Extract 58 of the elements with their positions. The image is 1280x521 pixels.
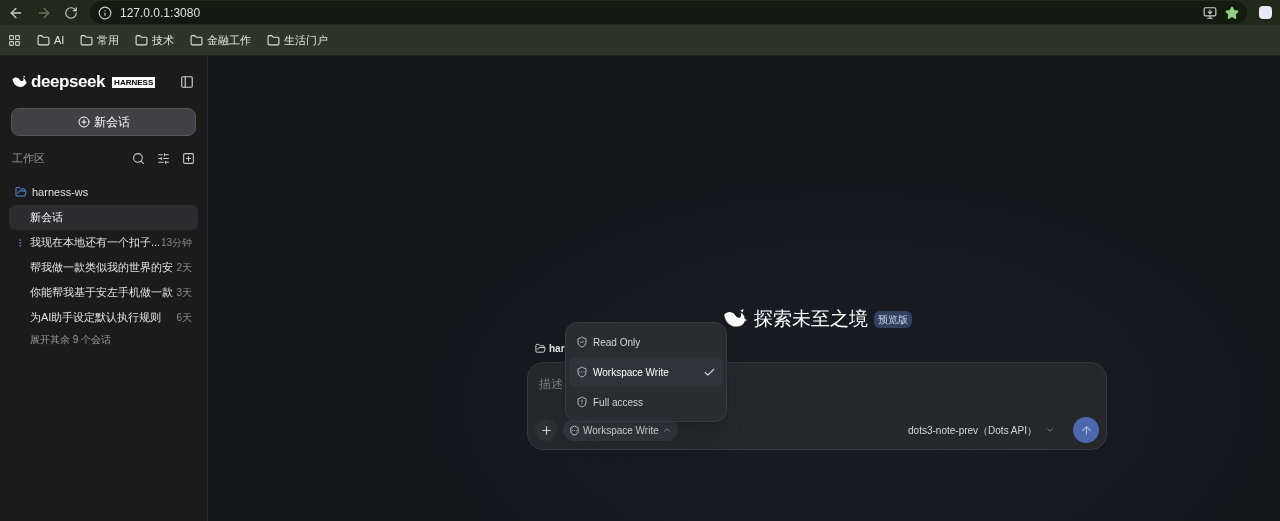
sidebar-toggle-icon[interactable] (180, 75, 194, 89)
chat-item[interactable]: 你能帮我基于安左手机做一款 3天 (9, 280, 198, 305)
whale-logo-icon (722, 308, 748, 330)
attach-button[interactable] (535, 419, 557, 441)
shield-check-icon (576, 336, 588, 348)
folder-icon (37, 33, 50, 47)
bookmark-folder[interactable]: 金融工作 (190, 31, 252, 49)
plus-circle-icon (77, 116, 90, 128)
bookmark-folder[interactable]: AI (37, 31, 65, 49)
reload-icon[interactable] (64, 5, 78, 20)
model-selector[interactable]: dots3-note-prev（Dots API） (908, 422, 1055, 438)
shield-alert-icon (576, 396, 588, 408)
folder-icon (80, 33, 94, 47)
workspace-chip[interactable]: har (535, 340, 565, 356)
apps-icon[interactable] (8, 33, 21, 47)
bookmark-star-icon[interactable] (1225, 5, 1239, 20)
section-label: 工作区 (12, 150, 46, 166)
new-folder-icon[interactable] (182, 151, 195, 165)
chevron-down-icon (1045, 425, 1055, 435)
chat-time: 2天 (176, 261, 192, 275)
folder-icon (190, 33, 204, 47)
bookmark-folder[interactable]: 技术 (135, 31, 175, 49)
plus-icon (539, 423, 553, 437)
url-text: 127.0.0.1:3080 (120, 4, 201, 22)
brand-badge: HARNESS (112, 76, 156, 88)
workspace-folder[interactable]: harness-ws (9, 180, 198, 204)
extension-icon[interactable] (1259, 6, 1272, 19)
arrow-up-icon (1079, 423, 1093, 437)
folder-icon (535, 342, 546, 354)
whale-logo-icon (11, 75, 28, 89)
permission-option[interactable]: Workspace Write (569, 357, 723, 387)
folder-icon (15, 186, 27, 198)
show-more-link[interactable]: 展开其余 9 个会话 (9, 330, 112, 347)
search-icon[interactable] (132, 151, 145, 165)
chat-time: 6天 (176, 311, 192, 325)
filter-icon[interactable] (157, 151, 170, 165)
brand-name: deepseek (31, 71, 106, 94)
preview-badge: 预览版 (874, 310, 912, 328)
welcome-title: 探索未至之境 (754, 306, 868, 331)
chat-item[interactable]: 帮我做一款类似我的世界的安 2天 (9, 255, 198, 280)
send-button[interactable] (1073, 417, 1099, 443)
bookmark-folder[interactable]: 生活门户 (267, 31, 329, 49)
permission-option[interactable]: Full access (569, 387, 723, 417)
address-bar[interactable]: 127.0.0.1:3080 (90, 1, 1247, 24)
chat-time: 3天 (176, 286, 192, 300)
install-app-icon[interactable] (1203, 5, 1217, 20)
chat-item[interactable]: 新会话 (9, 205, 198, 230)
chat-item[interactable]: 为AI助手设定默认执行规则 6天 (9, 305, 198, 330)
permission-option[interactable]: Read Only (569, 327, 723, 357)
chat-time: 13分钟 (160, 236, 192, 250)
site-info-icon[interactable] (98, 5, 112, 20)
chevron-up-icon (661, 425, 672, 435)
message-placeholder: 描述 (539, 376, 563, 393)
bookmark-folder[interactable]: 常用 (80, 31, 120, 49)
folder-icon (135, 33, 149, 47)
folder-icon (267, 33, 281, 47)
chat-item[interactable]: 我现在本地还有一个扣子...13分钟 (9, 230, 198, 255)
new-chat-button[interactable]: 新会话 (11, 108, 196, 136)
